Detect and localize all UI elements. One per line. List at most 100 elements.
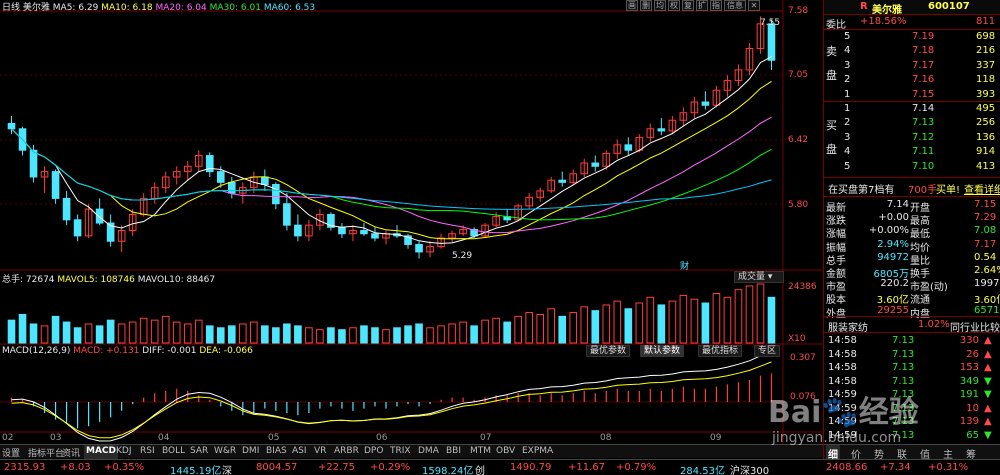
tip-detail-link[interactable]: 查看详细 [964,181,1000,196]
tick-direction-icon: ▼ [984,375,992,387]
volume-dropdown[interactable]: 成交量 ▾ [734,271,784,283]
hs-index[interactable]: 2408.66 [826,462,867,473]
stat-value: 29255 [877,304,909,316]
sell-row[interactable]: 3 7.17 337 [824,59,1000,73]
info-icon[interactable]: 信息 [724,0,746,11]
watermark-url: jingyan.baidu.com [772,430,902,446]
candlesticks [7,16,776,259]
weibi-row: 委比 +18.56% 811 [824,15,1000,31]
best-param-button[interactable]: 最优参数 [586,345,631,357]
rights-icon[interactable]: 权 [668,0,680,11]
sell-row[interactable]: 4 7.18 216 [824,44,1000,58]
average-icon[interactable]: 均 [654,0,666,11]
date-label-05: 05 [268,433,280,443]
indicator-tab[interactable]: KDJ [114,445,134,459]
stat-value: 220.2 [880,278,909,290]
stat-value: 7.15 [974,199,997,210]
quote-tab[interactable]: 价 [849,445,863,461]
buy-row[interactable]: 2 7.13 256 [824,116,1000,130]
stats-row: 总手 94972 量比 0.54 [824,251,1000,267]
cy-change: +11.67 [568,462,606,473]
weibi-value: +18.56% [860,16,907,27]
quote-tab[interactable]: 筹 [964,445,978,461]
macd-diff-line [11,350,772,442]
kline-chart-area[interactable]: 日线 美尔雅 MA5: 6.29 MA10: 6.18 MA20: 6.04 M… [0,0,823,459]
indicator-tab[interactable]: BIAS [264,445,289,459]
indicator-tab[interactable]: BOLL [160,445,187,459]
indicator-tab[interactable]: OBV [494,445,517,459]
best-indicator-button[interactable]: 最优指标 [698,345,743,357]
sell-row[interactable]: 5 7.19 698 [824,30,1000,44]
stat-value: 7.29 [974,212,997,224]
tick-direction-icon: ▲ [984,348,992,360]
indicator-tab[interactable]: DPO [362,445,385,459]
indicator-tab[interactable]: MTM [468,445,493,459]
stats-row: 金额6805万换手2.64% [824,264,1000,280]
quote-tab[interactable]: 势 [872,445,886,461]
sh-change: +8.03 [60,462,91,473]
indicator-tab[interactable]: ASI [290,445,309,459]
indicator-tab[interactable]: DMA [416,445,441,459]
ma5-label: MA5: 6.29 [52,3,99,13]
ma60-label: MA60: 6.53 [263,3,316,13]
quote-tab[interactable]: 主 [941,445,955,461]
restore-icon[interactable]: 复 [682,0,694,11]
indicator-tab[interactable]: SAR [188,445,210,459]
buy-price: 7.14 [912,103,935,114]
volume-bar [393,327,401,344]
indicator-tab[interactable]: ARBR [332,445,361,459]
volume-bar [7,319,16,344]
tick-volume: 349 [959,375,979,387]
draw-icon[interactable]: 画 [626,0,638,11]
candle-body [216,171,225,183]
volume-bar [481,319,489,344]
indicator-tab[interactable]: 设置 [0,445,22,459]
quote-tab[interactable]: 联 [895,445,909,461]
buy-row[interactable]: 1 7.14 495 [824,102,1000,116]
volume-bar [62,321,71,344]
indicator-icon[interactable]: 指 [710,0,722,11]
indicator-tab[interactable]: BBI [444,445,463,459]
sz-amount: 1598.24亿 [422,466,474,475]
sh-index[interactable]: 2315.93 [4,462,45,473]
buy-row[interactable]: 5 7.10 413 [824,160,1000,174]
hs-amount: 284.53亿 [680,466,725,475]
close-icon[interactable]: ✕ [748,0,760,11]
buy-row[interactable]: 4 7.11 914 [824,145,1000,159]
indicator-tab[interactable]: RSI [138,445,157,459]
volume-header: 总手: 72674 MAVOL5: 108746 MAVOL10: 88467 [2,272,215,285]
volume-bar [492,317,500,344]
sz-index[interactable]: 8004.57 [256,462,297,473]
stats-row: 涨幅 +0.00% 最低 7.08 [824,224,1000,240]
volume-bar [415,323,423,344]
buy-level: 5 [844,160,851,172]
tick-volume: 191 [959,389,979,400]
finance-mark[interactable]: 财 [680,259,689,272]
sell-price: 7.18 [912,45,935,57]
indicator-tab[interactable]: EXPMA [520,445,555,459]
default-param-button[interactable]: 默认参数 [640,345,685,357]
indicator-tab[interactable]: VR [312,445,328,459]
zone-button[interactable]: 专区 [754,345,781,357]
tick-volume: 10 [966,402,979,414]
indicator-tab[interactable]: W&R [212,445,238,459]
indicator-tab[interactable]: TRIX [388,445,413,459]
tick-direction-icon: ▲ [984,402,992,414]
expand-icon[interactable]: 扩 [696,0,708,11]
indicator-tab[interactable]: DMI [240,445,261,459]
indicator-tab[interactable]: 资讯 [60,445,82,459]
tick-price: 7.13 [892,335,915,346]
sell-level: 1 [844,88,851,100]
buy-row[interactable]: 3 7.12 136 [824,131,1000,145]
sell-row[interactable]: 2 7.16 118 [824,73,1000,87]
delete-icon[interactable]: 删 [640,0,652,11]
indicator-tab[interactable]: MACD [84,445,118,459]
stats-row: 最新 7.14 开盘 7.15 [824,198,1000,214]
quote-tab[interactable]: 细 [826,445,840,461]
sell-row[interactable]: 1 7.15 393 [824,88,1000,102]
cy-index[interactable]: 1490.79 [510,462,551,473]
volume-total: 总手: 72674 [2,275,55,285]
chart-grid [0,0,823,444]
quote-tab[interactable]: 值 [918,445,932,461]
industry-row: 服装家纺 1.02% 同行业比较 [824,318,1000,334]
